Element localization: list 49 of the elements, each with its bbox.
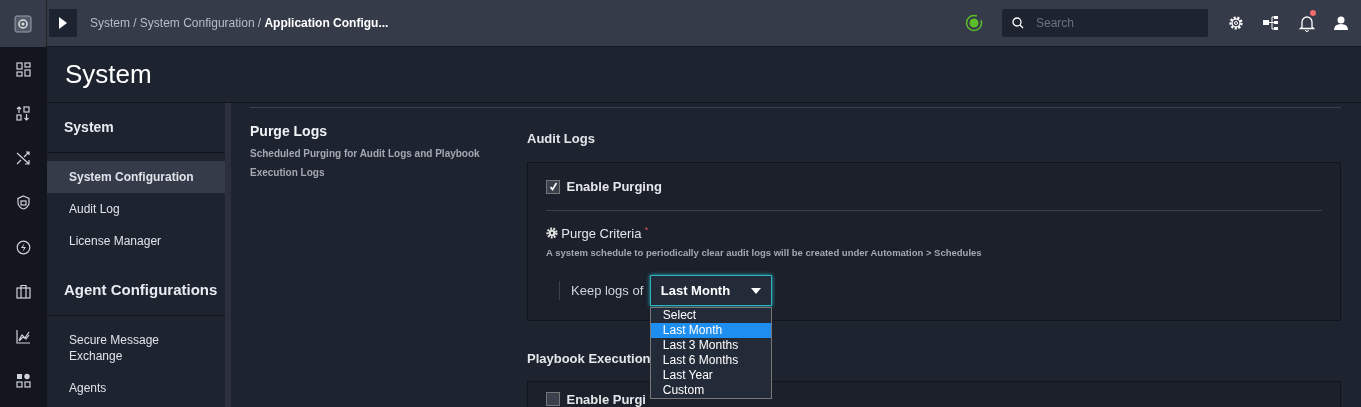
sidebar-heading: Agent Configurations — [47, 266, 225, 316]
briefcase-icon[interactable] — [16, 284, 31, 300]
sidebar-heading: System — [47, 103, 225, 153]
checkbox[interactable] — [546, 392, 560, 407]
gear-icon — [546, 227, 558, 240]
sidebar-item[interactable]: Secure Message Exchange — [47, 324, 225, 372]
required-mark: * — [644, 223, 649, 237]
shuffle-icon[interactable] — [16, 150, 31, 166]
settings-icon[interactable] — [1227, 15, 1244, 31]
hierarchy-icon[interactable] — [1263, 16, 1279, 30]
sort-icon[interactable] — [16, 106, 31, 122]
apps-icon[interactable] — [16, 373, 31, 389]
sidebar-item[interactable]: Agents — [47, 372, 225, 404]
checkbox[interactable] — [546, 179, 560, 194]
dropdown-option[interactable]: Last 3 Months — [650, 338, 771, 353]
play-icon — [59, 17, 67, 29]
breadcrumb-link[interactable]: System — [90, 14, 130, 32]
help-text: A system schedule to periodically clear audit logs will be created under Automation > Schedules — [546, 246, 983, 260]
breadcrumb-separator: / — [133, 15, 137, 32]
dropdown-option[interactable]: Last Year — [650, 368, 771, 383]
notification-bell-icon[interactable] — [1298, 15, 1315, 33]
dashboard-icon[interactable] — [16, 61, 31, 77]
app-logo-icon[interactable] — [14, 14, 32, 33]
status-icon[interactable] — [964, 14, 983, 32]
page-title: System — [65, 58, 152, 91]
breadcrumb-link[interactable]: System Configuration — [139, 14, 255, 32]
lightning-icon[interactable] — [16, 239, 31, 255]
section-description: Scheduled Purging for Audit Logs and Playbook Execution Logs — [250, 147, 481, 180]
user-avatar-icon[interactable] — [1334, 16, 1348, 30]
section-title: Purge Logs — [250, 122, 328, 141]
select-field[interactable]: Last Month — [649, 275, 772, 306]
section-heading: Playbook Execution — [527, 350, 651, 368]
section-heading: Audit Logs — [527, 129, 595, 148]
field-label: Purge Criteria — [561, 224, 642, 243]
checkbox-label: Enable Purgi — [566, 390, 646, 407]
line-chart-icon[interactable] — [16, 328, 31, 344]
breadcrumb-separator: / — [257, 15, 262, 32]
checkbox-label: Enable Purging — [566, 178, 662, 196]
dropdown-option[interactable]: Last 6 Months — [650, 353, 771, 368]
sidebar-item[interactable]: Audit Log — [47, 193, 225, 225]
sidebar-toggle-button[interactable] — [49, 9, 77, 37]
shield-icon[interactable] — [16, 195, 31, 211]
sidebar-item[interactable]: License Manager — [47, 225, 225, 257]
dropdown-option[interactable]: Custom — [650, 383, 771, 398]
field-label: Keep logs of — [559, 280, 644, 301]
sidebar-item[interactable]: System Configuration — [47, 161, 225, 193]
caret-icon — [750, 287, 761, 294]
dropdown-option[interactable]: Select — [650, 308, 771, 323]
search-field[interactable]: Search — [1002, 9, 1208, 37]
